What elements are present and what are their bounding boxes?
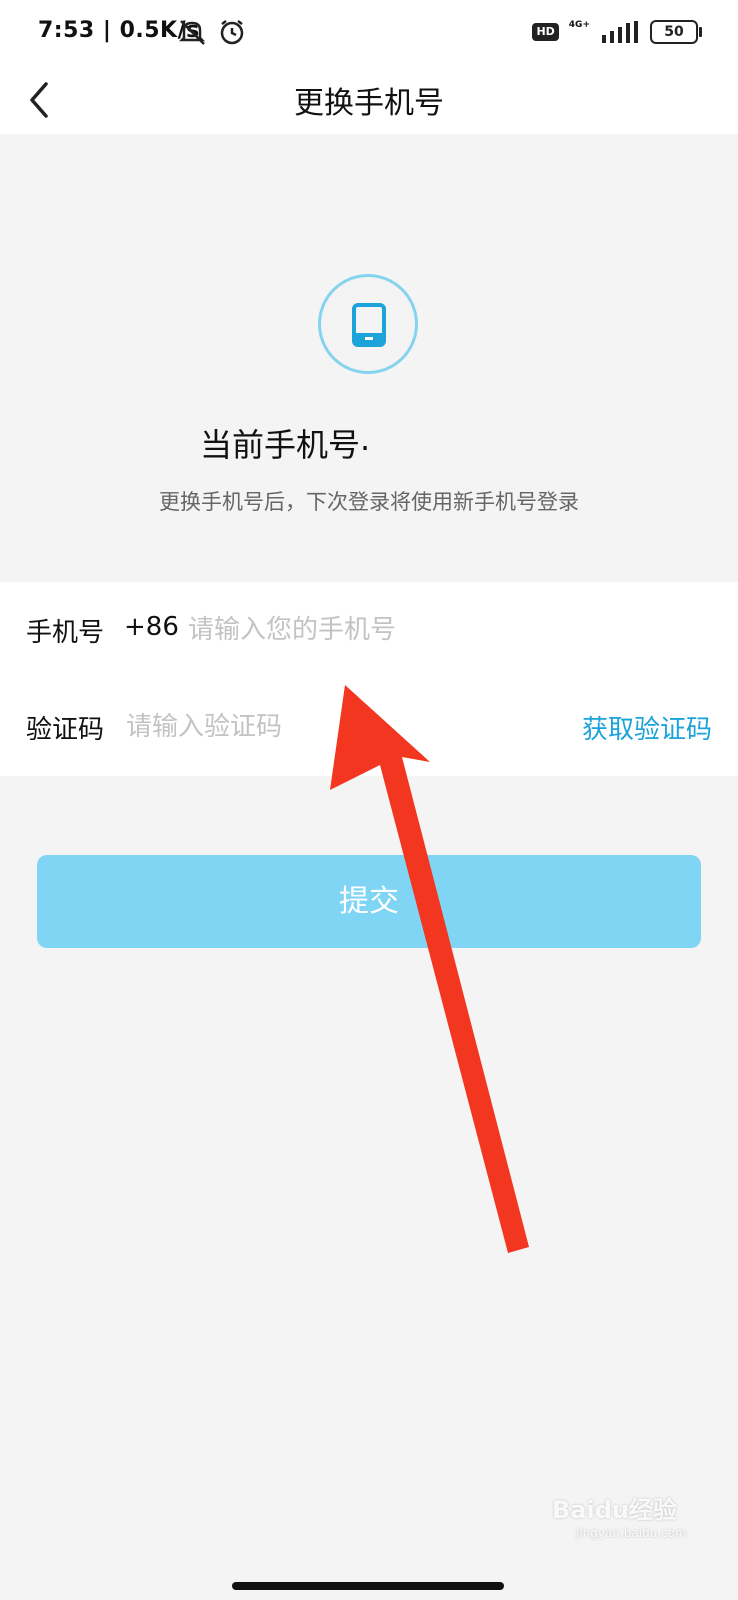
battery-icon: 50: [650, 20, 702, 44]
current-phone-label: 当前手机号: [200, 426, 361, 464]
phone-input[interactable]: [188, 610, 688, 650]
get-code-button[interactable]: 获取验证码: [582, 709, 712, 746]
mute-icon: [178, 20, 206, 45]
status-icons: [178, 20, 244, 45]
change-phone-form: 手机号 +86 验证码 获取验证码: [0, 582, 738, 776]
page-title: 更换手机号: [294, 86, 444, 121]
country-code[interactable]: +86: [124, 612, 179, 642]
alarm-icon: [220, 20, 244, 45]
watermark-logo: Baidu经验: [552, 1496, 677, 1524]
status-time-speed: 7:53 | 0.5K/s: [38, 18, 200, 43]
current-phone-section: 当前手机号 . 更换手机号后，下次登录将使用新手机号登录: [0, 134, 738, 582]
signal-icon: [602, 21, 638, 43]
submit-button[interactable]: 提交: [37, 855, 701, 948]
nav-bar: 更换手机号: [0, 64, 738, 134]
home-indicator[interactable]: [232, 1582, 504, 1590]
status-right: HD 4G+ 50: [532, 20, 702, 44]
code-label: 验证码: [26, 715, 105, 745]
hd-badge: HD: [532, 23, 559, 41]
network-type: 4G+: [568, 20, 590, 30]
current-phone-value: .: [360, 420, 371, 458]
phone-icon-badge: [318, 274, 418, 374]
phone-icon: [352, 303, 386, 347]
code-input[interactable]: [126, 707, 546, 747]
phone-label: 手机号: [26, 618, 105, 648]
code-row: 验证码 获取验证码: [0, 679, 738, 776]
watermark-url: jingyan.baidu.com: [576, 1526, 687, 1540]
status-bar: 7:53 | 0.5K/s HD 4G+ 50: [0, 0, 738, 64]
change-phone-hint: 更换手机号后，下次登录将使用新手机号登录: [159, 490, 579, 514]
phone-row: 手机号 +86: [0, 582, 738, 679]
